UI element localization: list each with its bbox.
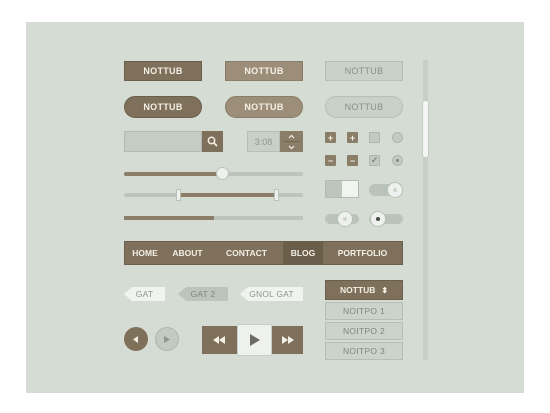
rewind-button[interactable] [202,326,237,354]
switch-square[interactable] [325,180,359,198]
dropdown-button[interactable]: NOTTUB ⬍ [325,280,403,300]
stepper-up-button[interactable] [280,131,303,141]
chevron-left-icon [133,335,138,343]
circle-next-button[interactable] [155,327,179,351]
progress-fill [124,216,214,220]
play-button[interactable] [237,324,272,356]
nav-item-blog[interactable]: BLOG [283,242,323,264]
radio-dot [396,159,399,162]
nav-item-home[interactable]: HOME [125,242,165,264]
dropdown-option-1[interactable]: NOITPO 1 [325,302,403,320]
chevron-down-icon [288,145,295,149]
nav-item-portfolio[interactable]: PORTFOLIO [323,242,402,264]
rewind-icon [213,336,225,344]
checkbox-checked[interactable]: ✓ [369,155,380,166]
tag-3[interactable]: GNOL GAT [240,287,303,301]
up-down-arrow-icon: ⬍ [381,285,389,295]
minus-checkbox-1[interactable]: − [325,155,336,166]
progress-bar [124,216,303,220]
fast-forward-icon [282,336,294,344]
range-slider-fill [177,193,277,197]
tag-1[interactable]: GAT [124,287,165,301]
check-icon: ✓ [370,155,379,165]
switch-round-c-knob [370,211,386,227]
plus-checkbox-2[interactable]: + [347,132,358,143]
single-slider-track[interactable] [124,172,303,176]
dropdown-label: NOTTUB [339,285,376,295]
button-dark-square[interactable]: NOTTUB [124,61,202,81]
dropdown-option-2[interactable]: NOITPO 2 [325,322,403,340]
radio-unchecked[interactable] [392,132,403,143]
range-slider-handle-high[interactable] [274,189,280,201]
play-icon [249,334,260,346]
dropdown-option-3[interactable]: NOITPO 3 [325,342,403,360]
search-icon [207,136,218,147]
stepper-down-button[interactable] [280,142,303,152]
nav-item-about[interactable]: ABOUT [165,242,210,264]
range-slider-handle-low[interactable] [175,189,181,201]
switch-dot-active [376,217,380,221]
circle-prev-button[interactable] [124,327,148,351]
vertical-scrollbar[interactable] [422,60,429,360]
single-slider-knob[interactable] [216,167,230,180]
switch-round-a[interactable] [369,182,403,198]
chevron-up-icon [288,134,295,138]
search-input[interactable] [124,131,202,152]
chevron-right-icon [164,335,170,343]
radio-checked[interactable] [392,155,403,166]
switch-round-b[interactable] [325,211,359,227]
time-field[interactable]: 3:08 [247,131,280,152]
switch-round-c[interactable] [369,211,403,227]
button-ghost-pill[interactable]: NOTTUB [325,96,403,118]
nav-bar: HOME ABOUT CONTACT BLOG PORTFOLIO [124,241,403,265]
switch-dot [393,188,397,192]
checkbox-unchecked[interactable] [369,132,380,143]
single-slider-fill [124,172,223,176]
switch-square-knob [342,181,358,197]
nav-item-contact[interactable]: CONTACT [210,242,283,264]
switch-dot [343,217,347,221]
switch-round-b-knob [337,211,353,227]
ui-kit-canvas: NOTTUB NOTTUB NOTTUB NOTTUB NOTTUB NOTTU… [26,22,524,393]
time-stepper[interactable] [280,131,303,152]
search-button[interactable] [202,131,223,152]
fast-forward-button[interactable] [272,326,303,354]
button-ghost-square[interactable]: NOTTUB [325,61,403,81]
minus-checkbox-2[interactable]: − [347,155,358,166]
button-dark-pill[interactable]: NOTTUB [124,96,202,118]
button-mid-pill[interactable]: NOTTUB [225,96,303,118]
tag-2[interactable]: GAT 2 [178,287,228,301]
vertical-scrollbar-thumb[interactable] [422,100,429,158]
switch-round-a-knob [387,182,403,198]
button-mid-square[interactable]: NOTTUB [225,61,303,81]
plus-checkbox-1[interactable]: + [325,132,336,143]
